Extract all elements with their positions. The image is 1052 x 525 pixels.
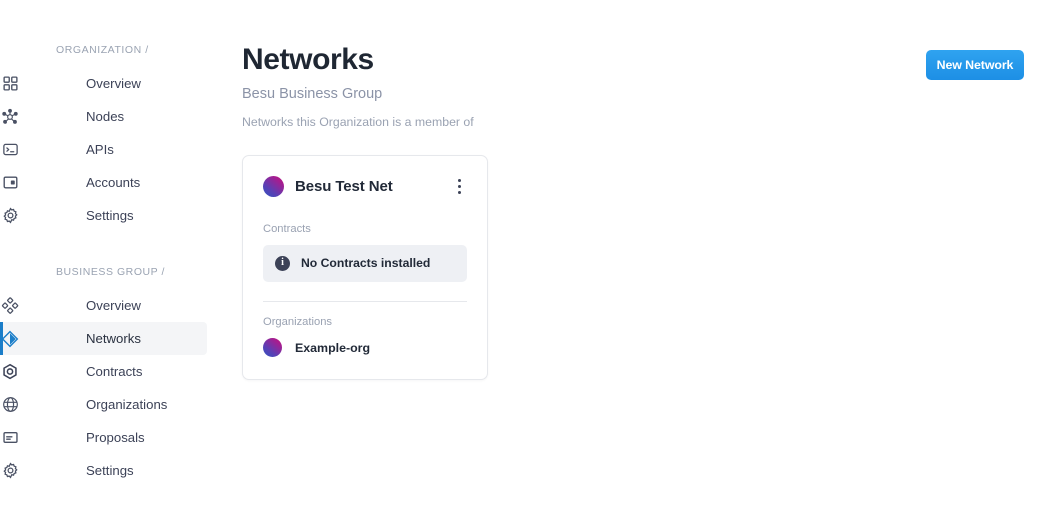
card-divider [263, 300, 467, 302]
sidebar-item-org-overview[interactable]: Overview [0, 67, 207, 100]
sidebar-item-accounts[interactable]: Accounts [0, 166, 207, 199]
sidebar-item-label: Settings [86, 462, 134, 478]
kebab-dot [457, 185, 461, 189]
sidebar-item-label: Nodes [86, 108, 125, 124]
org-avatar [263, 338, 282, 358]
network-card-list: Besu Test Net Contracts i No Contracts i… [242, 154, 1024, 381]
no-contracts-notice-text: No Contracts installed [301, 256, 431, 271]
network-card-title: Besu Test Net [295, 178, 393, 196]
sidebar-item-organizations[interactable]: Organizations [0, 388, 207, 421]
sidebar: ORGANIZATION / Overview Nodes APIs Accou… [0, 0, 228, 525]
kebab-menu-icon[interactable] [449, 176, 469, 198]
main-content: Networks Besu Business Group Networks th… [228, 0, 1052, 525]
sidebar-item-proposals[interactable]: Proposals [0, 421, 207, 454]
contracts-section-label: Contracts [263, 222, 311, 235]
sidebar-item-label: Contracts [86, 363, 143, 379]
sidebar-item-label: Organizations [86, 396, 168, 412]
sidebar-group-label-organization: ORGANIZATION / [56, 44, 149, 56]
kebab-dot [457, 179, 461, 183]
nodes-icon [0, 107, 20, 127]
new-network-button[interactable]: New Network [926, 50, 1024, 80]
app-root: ORGANIZATION / Overview Nodes APIs Accou… [0, 0, 1052, 525]
sidebar-item-bg-overview[interactable]: Overview [0, 289, 207, 322]
sidebar-item-label: Accounts [86, 174, 141, 190]
sidebar-item-contracts[interactable]: Contracts [0, 355, 207, 388]
organization-list-item[interactable]: Example-org [263, 338, 467, 358]
sidebar-group-label-business-group: BUSINESS GROUP / [56, 266, 165, 278]
organization-name: Example-org [295, 340, 371, 355]
page-subtitle: Besu Business Group [242, 86, 383, 103]
gear-icon [0, 206, 20, 226]
page-description: Networks this Organization is a member o… [242, 114, 474, 129]
terminal-icon [0, 140, 20, 160]
info-icon: i [275, 255, 290, 271]
organizations-section-label: Organizations [263, 315, 333, 328]
sidebar-item-org-settings[interactable]: Settings [0, 199, 207, 232]
sidebar-item-networks[interactable]: Networks [0, 322, 207, 355]
sidebar-item-label: Proposals [86, 429, 145, 445]
wallet-icon [0, 173, 20, 193]
network-card-header: Besu Test Net [263, 174, 467, 200]
sidebar-item-apis[interactable]: APIs [0, 133, 207, 166]
hexagon-icon [0, 362, 20, 382]
document-icon [0, 428, 20, 448]
kebab-dot [457, 191, 461, 195]
page-title: Networks [242, 43, 374, 76]
sidebar-item-label: APIs [86, 141, 114, 157]
network-card[interactable]: Besu Test Net Contracts i No Contracts i… [242, 154, 488, 381]
network-avatar [263, 176, 284, 198]
grid-icon [0, 74, 20, 94]
gear-icon [0, 461, 20, 481]
sidebar-item-label: Settings [86, 207, 134, 223]
sidebar-item-label: Networks [86, 330, 141, 346]
diamond-icon [0, 329, 20, 349]
sidebar-group-organization: ORGANIZATION / Overview Nodes APIs Accou… [0, 44, 228, 232]
sidebar-item-bg-settings[interactable]: Settings [0, 454, 207, 487]
sidebar-group-business-group: BUSINESS GROUP / Overview Networks Contr… [0, 266, 228, 487]
sidebar-item-label: Overview [86, 75, 141, 91]
globe-icon [0, 395, 20, 415]
no-contracts-notice: i No Contracts installed [263, 244, 467, 282]
sidebar-item-label: Overview [86, 297, 141, 313]
sidebar-item-nodes[interactable]: Nodes [0, 100, 207, 133]
diamond-grid-icon [0, 296, 20, 316]
